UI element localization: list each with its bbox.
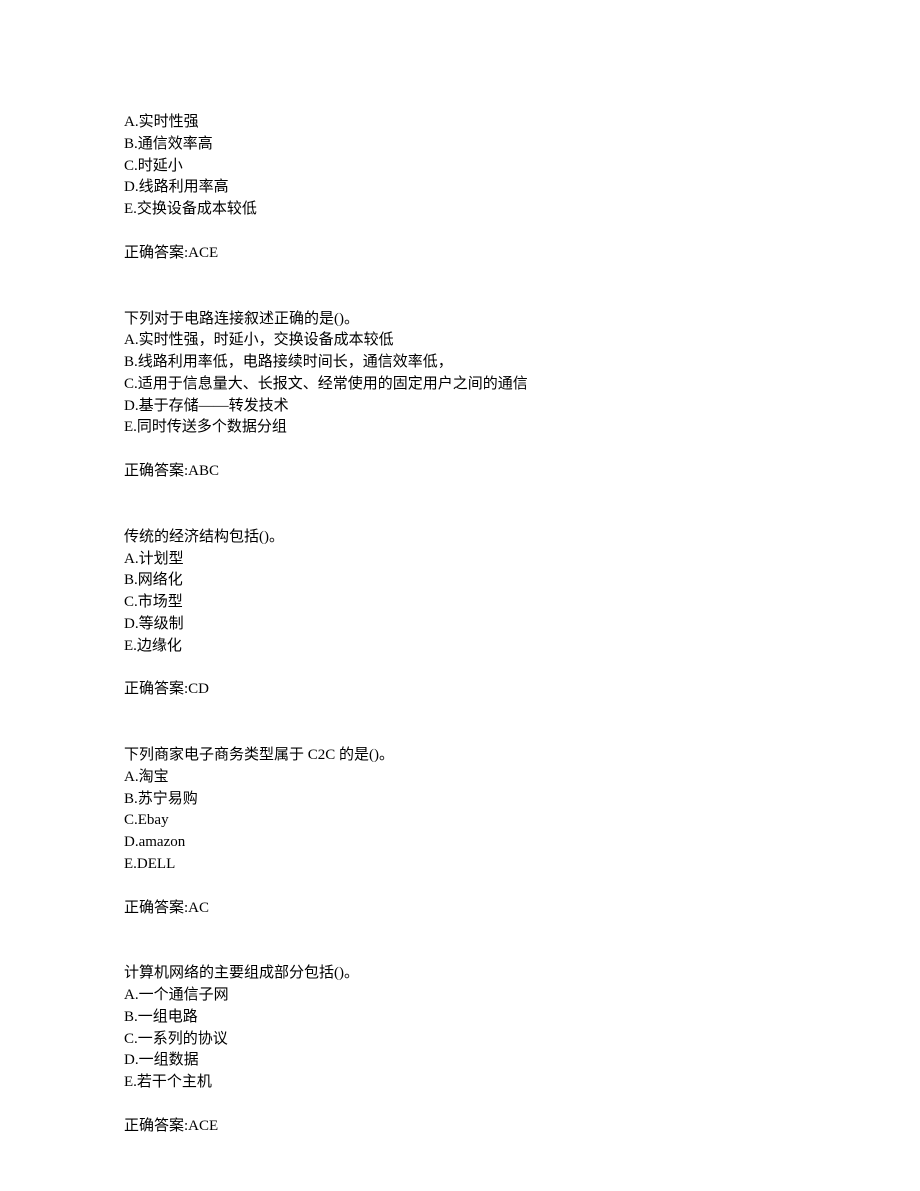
correct-answer: 正确答案:CD — [124, 679, 920, 701]
option-e: E.若干个主机 — [124, 1072, 920, 1094]
option-c: C.一系列的协议 — [124, 1029, 920, 1051]
option-d: D.基于存储——转发技术 — [124, 396, 920, 418]
option-c: C.时延小 — [124, 156, 920, 178]
question-stem: 下列对于电路连接叙述正确的是()。 — [124, 309, 920, 331]
option-a: A.实时性强，时延小，交换设备成本较低 — [124, 330, 920, 352]
question-stem: 传统的经济结构包括()。 — [124, 527, 920, 549]
correct-answer: 正确答案:ACE — [124, 1116, 920, 1138]
question-block-2: 下列对于电路连接叙述正确的是()。 A.实时性强，时延小，交换设备成本较低 B.… — [124, 309, 920, 483]
option-e: E.交换设备成本较低 — [124, 199, 920, 221]
option-c: C.Ebay — [124, 810, 920, 832]
correct-answer: 正确答案:ACE — [124, 243, 920, 265]
option-b: B.网络化 — [124, 570, 920, 592]
option-a: A.实时性强 — [124, 112, 920, 134]
option-b: B.线路利用率低，电路接续时间长，通信效率低， — [124, 352, 920, 374]
option-e: E.边缘化 — [124, 636, 920, 658]
question-stem: 下列商家电子商务类型属于 C2C 的是()。 — [124, 745, 920, 767]
option-e: E.同时传送多个数据分组 — [124, 417, 920, 439]
correct-answer: 正确答案:AC — [124, 898, 920, 920]
option-d: D.一组数据 — [124, 1050, 920, 1072]
question-stem: 计算机网络的主要组成部分包括()。 — [124, 963, 920, 985]
option-c: C.适用于信息量大、长报文、经常使用的固定用户之间的通信 — [124, 374, 920, 396]
option-b: B.苏宁易购 — [124, 789, 920, 811]
option-d: D.线路利用率高 — [124, 177, 920, 199]
option-a: A.一个通信子网 — [124, 985, 920, 1007]
option-d: D.等级制 — [124, 614, 920, 636]
question-block-1: A.实时性强 B.通信效率高 C.时延小 D.线路利用率高 E.交换设备成本较低… — [124, 112, 920, 265]
option-e: E.DELL — [124, 854, 920, 876]
option-b: B.一组电路 — [124, 1007, 920, 1029]
option-a: A.淘宝 — [124, 767, 920, 789]
option-a: A.计划型 — [124, 549, 920, 571]
option-c: C.市场型 — [124, 592, 920, 614]
option-d: D.amazon — [124, 832, 920, 854]
question-block-3: 传统的经济结构包括()。 A.计划型 B.网络化 C.市场型 D.等级制 E.边… — [124, 527, 920, 701]
question-block-4: 下列商家电子商务类型属于 C2C 的是()。 A.淘宝 B.苏宁易购 C.Eba… — [124, 745, 920, 919]
option-b: B.通信效率高 — [124, 134, 920, 156]
question-block-5: 计算机网络的主要组成部分包括()。 A.一个通信子网 B.一组电路 C.一系列的… — [124, 963, 920, 1137]
correct-answer: 正确答案:ABC — [124, 461, 920, 483]
